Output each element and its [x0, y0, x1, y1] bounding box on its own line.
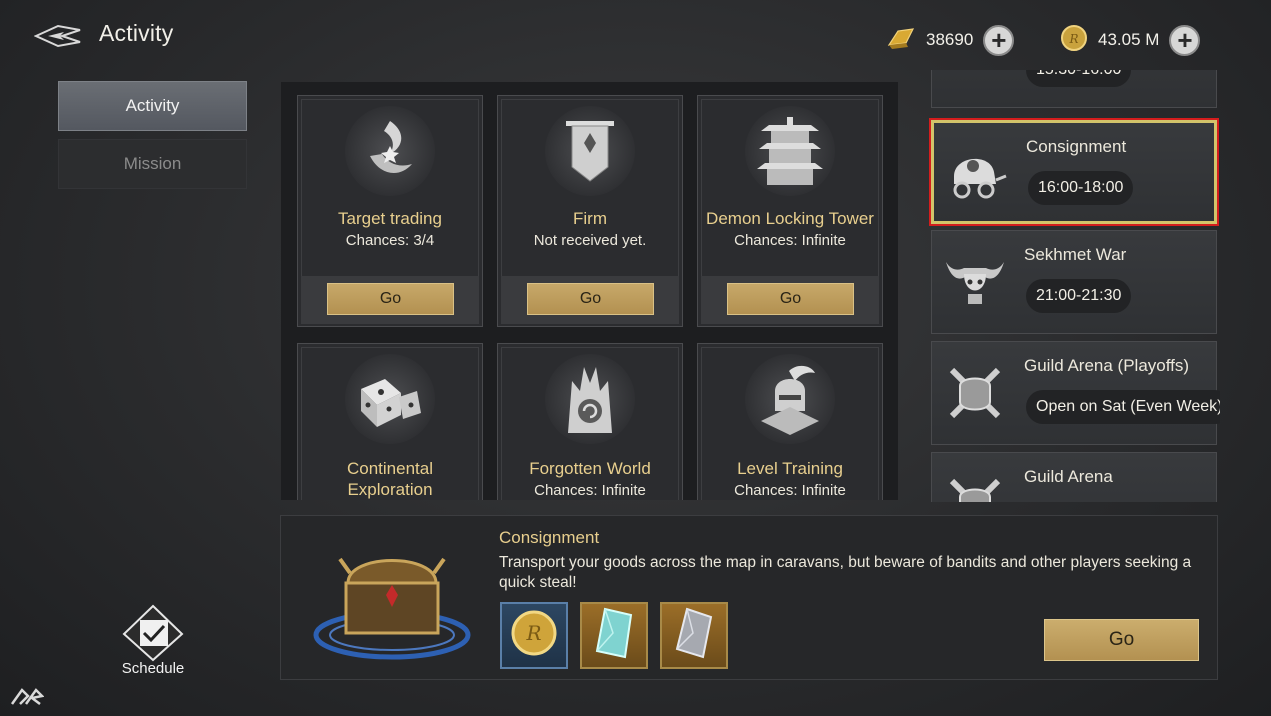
crossed-swords-icon — [942, 360, 1008, 426]
detail-title: Consignment — [499, 528, 600, 547]
event-time: 15:30-16:00 — [1026, 70, 1132, 87]
svg-text:R: R — [525, 621, 541, 645]
portal-icon — [545, 354, 635, 444]
activity-chances: Chances: Infinite — [534, 482, 646, 499]
coin-amount: 43.05 M — [1098, 30, 1160, 49]
add-coin-button[interactable]: + — [1169, 24, 1201, 56]
event-name: Guild Arena (Playoffs) — [1024, 356, 1190, 375]
caravan-icon — [944, 141, 1010, 207]
gold-amount: 38690 — [926, 30, 974, 49]
horned-skull-icon — [942, 249, 1008, 315]
treasure-chest-image — [300, 525, 480, 675]
coin-currency: R 43.05 M + — [1060, 23, 1201, 57]
event-name: Consignment — [1026, 137, 1127, 156]
back-icon[interactable] — [33, 22, 82, 50]
event-list[interactable]: 15:30-16:00 Consignment 16:00-18:00 Sekh… — [928, 70, 1220, 502]
event-item-guild-arena[interactable]: Guild Arena — [931, 452, 1217, 502]
event-time: 21:00-21:30 — [1026, 279, 1132, 313]
activity-card-firm[interactable]: Firm Not received yet. Go — [497, 95, 683, 327]
gold-coin-icon: R — [509, 608, 559, 663]
tab-mission[interactable]: Mission — [58, 139, 247, 189]
activity-name: Target trading — [338, 209, 442, 228]
activity-status: Not received yet. — [533, 232, 647, 249]
event-name: Sekhmet War — [1024, 245, 1127, 264]
activity-name: Firm — [573, 209, 607, 228]
activity-name: Level Training — [737, 459, 843, 478]
reward-gold-coin[interactable]: R — [500, 602, 568, 669]
page-title: Activity — [99, 20, 174, 46]
reward-silver-crystal[interactable] — [660, 602, 728, 669]
activity-chances: Chances: Infinite — [734, 482, 846, 499]
tab-activity[interactable]: Activity — [58, 81, 247, 131]
reward-aqua-crystal[interactable] — [580, 602, 648, 669]
activity-chances: Chances: Infinite — [734, 232, 846, 249]
event-name: Guild Arena — [1024, 467, 1113, 486]
go-button[interactable]: Go — [327, 283, 454, 315]
event-item[interactable]: 15:30-16:00 — [931, 70, 1217, 108]
hand-leaf-icon — [345, 106, 435, 196]
add-gold-button[interactable]: + — [983, 24, 1015, 56]
activity-name-line-1: Continental — [346, 459, 433, 478]
svg-text:R: R — [1068, 32, 1078, 46]
gold-currency: 38690 + — [886, 23, 1015, 57]
dice-icon — [345, 354, 435, 444]
event-item-sekhmet-war[interactable]: Sekhmet War 21:00-21:30 — [931, 230, 1217, 334]
silver-crystal-icon — [671, 605, 717, 666]
activity-card-level-training[interactable]: Level Training Chances: Infinite — [697, 343, 883, 500]
emblem-icon — [942, 70, 1008, 89]
detail-description: Transport your goods across the map in c… — [499, 554, 1192, 591]
activity-card-forgotten-world[interactable]: Forgotten World Chances: Infinite — [497, 343, 683, 500]
activity-chances: Chances: 3/4 — [345, 232, 435, 249]
schedule-label: Schedule — [121, 660, 185, 677]
schedule-button[interactable]: Schedule — [116, 604, 190, 684]
event-time: 16:00-18:00 — [1028, 171, 1134, 205]
coin-icon: R — [1060, 24, 1088, 57]
go-button-consignment[interactable]: Go — [1044, 619, 1199, 661]
aqua-crystal-icon — [591, 605, 637, 666]
activity-name: Continental Exploration — [298, 458, 482, 500]
calendar-check-icon — [122, 604, 184, 667]
activity-name: Forgotten World — [529, 459, 651, 478]
knight-helmet-icon — [745, 354, 835, 444]
banner-icon — [545, 106, 635, 196]
activity-name-line-2: Exploration — [347, 480, 433, 499]
event-time: Open on Sat (Even Week) — [1026, 390, 1220, 424]
go-button[interactable]: Go — [527, 283, 654, 315]
game-logo — [10, 686, 45, 713]
activity-grid: Target trading Chances: 3/4 Go Firm Not … — [281, 82, 898, 500]
activity-card-target-trading[interactable]: Target trading Chances: 3/4 Go — [297, 95, 483, 327]
activity-name: Demon Locking Tower — [706, 209, 874, 228]
pagoda-icon — [745, 106, 835, 196]
event-item-guild-arena-playoffs[interactable]: Guild Arena (Playoffs) Open on Sat (Even… — [931, 341, 1220, 445]
gold-bar-icon — [886, 25, 916, 56]
activity-card-continental-exploration[interactable]: Continental Exploration — [297, 343, 483, 500]
event-item-consignment[interactable]: Consignment 16:00-18:00 — [929, 118, 1219, 226]
activity-card-demon-locking-tower[interactable]: Demon Locking Tower Chances: Infinite Go — [697, 95, 883, 327]
go-button[interactable]: Go — [727, 283, 854, 315]
crossed-swords-icon — [942, 471, 1008, 502]
